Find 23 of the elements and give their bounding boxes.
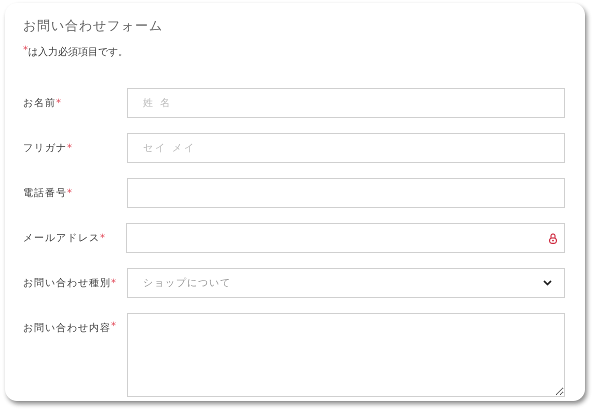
- textarea-field[interactable]: [126, 313, 565, 397]
- field-label: メールアドレス: [23, 232, 100, 245]
- required-note: は入力必須項目です。: [28, 46, 128, 59]
- field-label: お名前: [23, 97, 56, 110]
- select-field[interactable]: ショップについて: [126, 268, 565, 298]
- form-title: お問い合わせフォーム: [23, 18, 163, 36]
- input-field[interactable]: 姓 名: [126, 88, 565, 118]
- field-label: お問い合わせ内容: [23, 322, 111, 335]
- required-mark: *: [56, 98, 61, 108]
- chevron-down-icon: [543, 280, 552, 286]
- required-mark: *: [23, 45, 28, 56]
- field-label: 電話番号: [23, 186, 67, 200]
- required-mark: *: [67, 188, 72, 198]
- field-label: お問い合わせ種別: [23, 277, 111, 290]
- email-field[interactable]: [126, 223, 565, 253]
- required-mark: *: [111, 278, 116, 288]
- input-field[interactable]: [126, 178, 565, 208]
- field-label: フリガナ: [23, 142, 67, 155]
- required-mark: *: [111, 321, 116, 332]
- required-mark: *: [67, 142, 72, 154]
- lock-icon: [549, 233, 557, 244]
- input-field[interactable]: セイ メイ: [126, 133, 565, 163]
- required-mark: *: [100, 232, 105, 244]
